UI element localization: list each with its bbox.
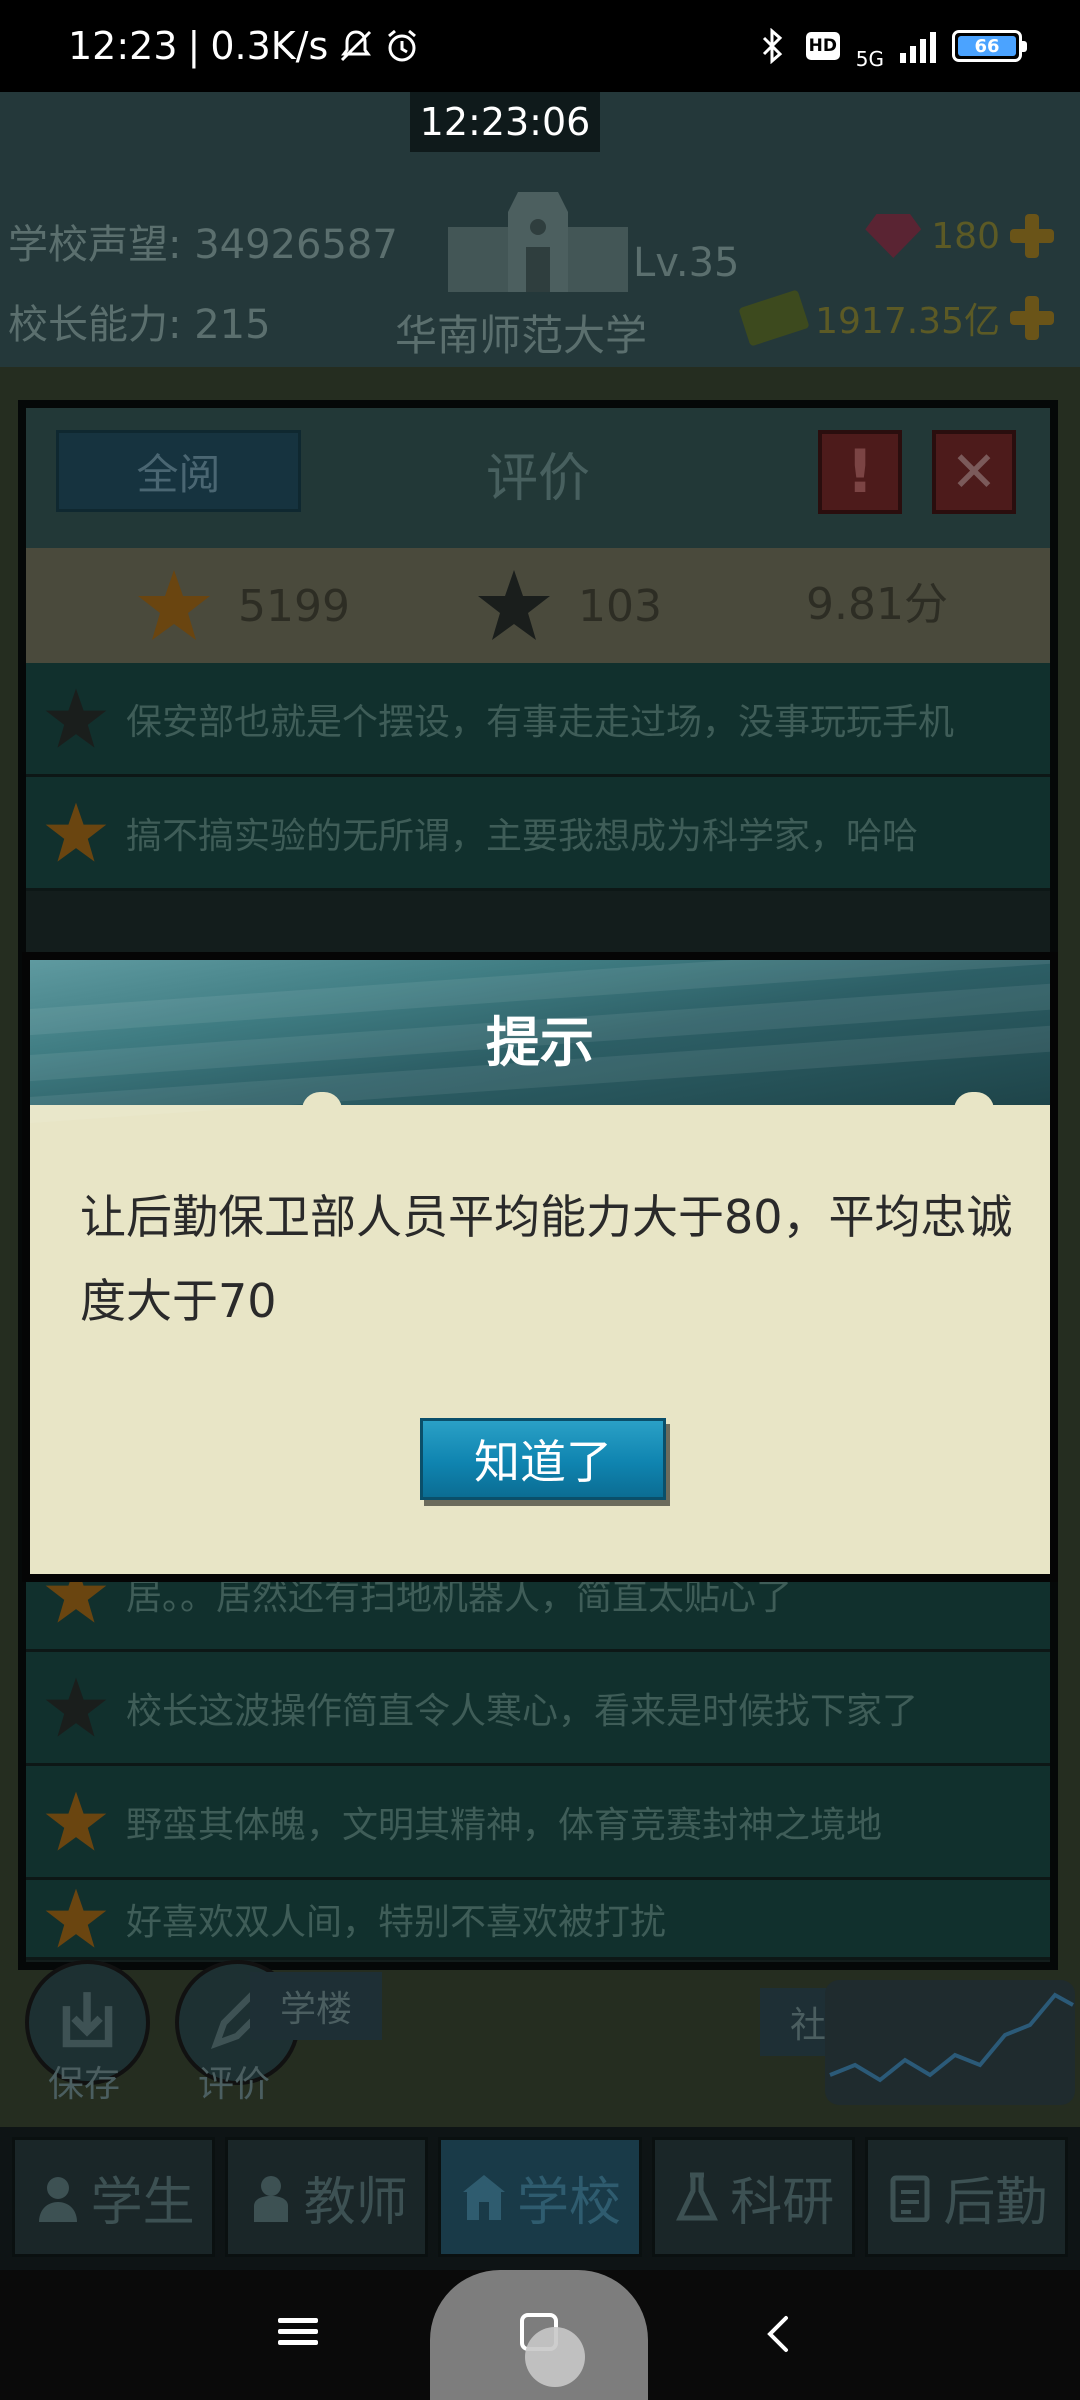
review-label: 评价 — [198, 2064, 271, 2105]
dialog-header: 提示 — [30, 960, 1050, 1125]
battery-icon: 66 — [952, 30, 1027, 62]
money-icon — [738, 289, 810, 347]
good-star-icon — [138, 570, 210, 640]
comment-row: 好喜欢双人间，特别不喜欢被打扰 — [26, 1880, 1050, 1960]
money-count: 1917.35亿 — [815, 301, 1000, 342]
bad-rating-count: 103 — [476, 568, 662, 644]
good-star-icon — [45, 802, 107, 862]
bad-star-icon — [45, 1677, 107, 1737]
save-label: 保存 — [48, 2064, 121, 2105]
tab-label: 后勤 — [943, 2172, 1048, 2233]
tab-research[interactable]: 科研 — [651, 2137, 855, 2257]
tab-label: 科研 — [730, 2172, 835, 2233]
good-star-icon — [45, 1888, 107, 1948]
teaching-building-banner[interactable]: 学楼 — [250, 1972, 383, 2040]
comment-row: 野蛮其体魄，文明其精神，体育竞赛封神之境地 — [26, 1766, 1050, 1880]
game-nav-bar: 学生 教师 学校 科研 后勤 — [0, 2127, 1080, 2270]
rating-summary: 5199 103 9.81分 — [26, 548, 1050, 663]
tab-label: 学生 — [90, 2172, 195, 2233]
hint-dialog: 提示 让后勤保卫部人员平均能力大于80，平均忠诚度大于70 知道了 — [22, 952, 1058, 1582]
tab-label: 学校 — [517, 2172, 622, 2233]
ability-stat: 校长能力: 215 — [8, 292, 271, 350]
tab-logistics[interactable]: 后勤 — [864, 2137, 1069, 2257]
rating-panel-title: 评价 — [486, 449, 591, 509]
teacher-icon — [253, 2176, 288, 2222]
bluetooth-icon — [762, 28, 782, 64]
dialog-title: 提示 — [486, 1011, 594, 1074]
battery-level: 66 — [958, 36, 1016, 57]
gem-icon — [865, 214, 922, 258]
gem-count: 180 — [931, 215, 1000, 257]
status-time: 12:23 — [68, 24, 178, 68]
student-icon — [38, 2177, 77, 2222]
bad-star-icon — [45, 688, 107, 748]
tab-students[interactable]: 学生 — [12, 2137, 216, 2257]
status-bar: 12:23 | 0.3K/s HD 5G 66 — [0, 0, 1080, 92]
rating-score: 9.81分 — [806, 568, 948, 632]
touch-indicator — [525, 2327, 585, 2387]
score-value: 9.81分 — [806, 579, 948, 630]
reputation-label: 学校声望: — [8, 222, 182, 268]
back-icon[interactable] — [760, 2314, 796, 2354]
comment-row: 搞不搞实验的无所谓，主要我想成为科学家，哈哈 — [26, 777, 1050, 891]
comment-text: 保安部也就是个摆设，有事走走过场，没事玩玩手机 — [126, 701, 955, 743]
rating-panel-header: 全阅 评价 ! ✕ — [26, 408, 1050, 548]
ability-value: 215 — [194, 302, 271, 348]
hd-badge: HD — [805, 32, 840, 60]
tab-teachers[interactable]: 教师 — [225, 2137, 429, 2257]
game-screen: 12:23:06 学校声望: 34926587 校长能力: 215 Lv.35 … — [0, 92, 1080, 2270]
dialog-message: 让后勤保卫部人员平均能力大于80，平均忠诚度大于70 — [80, 1190, 1013, 1328]
comment-row: 校长这波操作简直令人寒心，看来是时候找下家了 — [26, 1652, 1050, 1766]
good-rating-count: 5199 — [136, 568, 350, 644]
comment-text: 野蛮其体魄，文明其精神，体育竞赛封神之境地 — [126, 1804, 883, 1846]
alarm-icon — [388, 29, 417, 62]
comment-text: 校长这波操作简直令人寒心，看来是时候找下家了 — [126, 1690, 919, 1732]
mute-bell-icon — [341, 30, 372, 62]
signal-icon — [900, 29, 936, 63]
money-resource: 1917.35亿 — [738, 289, 1054, 347]
add-gems-button[interactable] — [1010, 214, 1054, 258]
read-all-button[interactable]: 全阅 — [56, 430, 301, 512]
logistics-icon — [890, 2175, 930, 2222]
research-icon — [676, 2172, 719, 2221]
school-building-icon — [448, 192, 628, 292]
warning-button[interactable]: ! — [818, 430, 902, 514]
comment-text: 搞不搞实验的无所谓，主要我想成为科学家，哈哈 — [126, 815, 919, 857]
ability-label: 校长能力: — [8, 302, 182, 348]
system-nav-bar — [0, 2270, 1080, 2400]
game-clock: 12:23:06 — [410, 92, 600, 152]
network-type: 5G — [855, 47, 884, 71]
tab-school[interactable]: 学校 — [438, 2137, 642, 2257]
comment-row: 保安部也就是个摆设，有事走走过场，没事玩玩手机 — [26, 663, 1050, 777]
bad-count-value: 103 — [578, 580, 662, 632]
good-count-value: 5199 — [238, 580, 350, 632]
school-name: 华南师范大学 — [395, 311, 648, 360]
add-money-button[interactable] — [1010, 296, 1054, 340]
comment-text: 好喜欢双人间，特别不喜欢被打扰 — [126, 1901, 667, 1943]
tab-label: 教师 — [303, 2172, 408, 2233]
reputation-value: 34926587 — [194, 222, 398, 268]
school-icon — [463, 2175, 505, 2220]
ok-button[interactable]: 知道了 — [420, 1418, 666, 1500]
status-separator: | — [187, 24, 201, 68]
menu-icon[interactable] — [278, 2312, 330, 2356]
school-level: Lv.35 — [633, 240, 740, 286]
gem-resource: 180 — [865, 214, 1054, 258]
good-star-icon — [45, 1791, 107, 1851]
status-net-speed: 0.3K/s — [210, 24, 329, 68]
close-panel-button[interactable]: ✕ — [932, 430, 1016, 514]
reputation-stat: 学校声望: 34926587 — [8, 212, 398, 270]
bad-star-icon — [478, 570, 550, 640]
trend-chart-widget[interactable] — [825, 1980, 1075, 2105]
